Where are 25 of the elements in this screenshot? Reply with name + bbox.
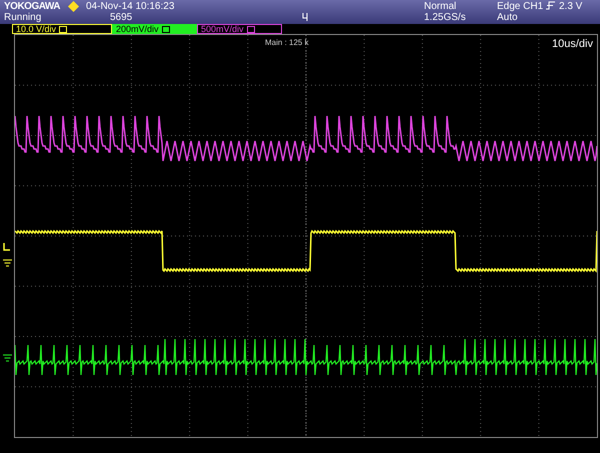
timebase-label: 10us/div xyxy=(552,37,593,52)
rising-edge-icon xyxy=(546,1,555,10)
ground-marker-icon xyxy=(3,354,12,362)
trigger-level-marker-icon xyxy=(3,243,10,251)
coupling-icon xyxy=(246,26,255,32)
date-time: 04-Nov-14 10:16:23 xyxy=(86,2,174,12)
channel-scale: 500mV/div xyxy=(201,24,244,34)
ground-marker-icon xyxy=(3,259,12,267)
marker-icon xyxy=(302,13,308,21)
diamond-icon xyxy=(68,1,79,12)
trigger-mode-label: Normal xyxy=(424,2,456,12)
channel-scale-tab[interactable]: 200mV/div xyxy=(112,24,197,34)
trigger-auto-mode: Auto xyxy=(497,13,518,23)
zoom-label: Main : 125 k xyxy=(265,37,309,49)
trigger-source: Edge CH1 xyxy=(497,2,544,12)
run-state: Running xyxy=(4,13,42,23)
channel-scale: 200mV/div xyxy=(116,24,159,34)
sample-rate: 1.25GS/s xyxy=(424,13,466,23)
trigger-level: 2.3 V xyxy=(559,2,582,12)
channel-scale-tab[interactable]: 500mV/div xyxy=(197,24,282,34)
brand-logo: YOKOGAWA xyxy=(4,1,60,12)
channel-scale-tab[interactable]: 10.0 V/div xyxy=(12,24,112,34)
acquisition-count: 5695 xyxy=(110,13,132,23)
coupling-icon xyxy=(59,26,68,32)
channel-scale: 10.0 V/div xyxy=(16,24,56,34)
